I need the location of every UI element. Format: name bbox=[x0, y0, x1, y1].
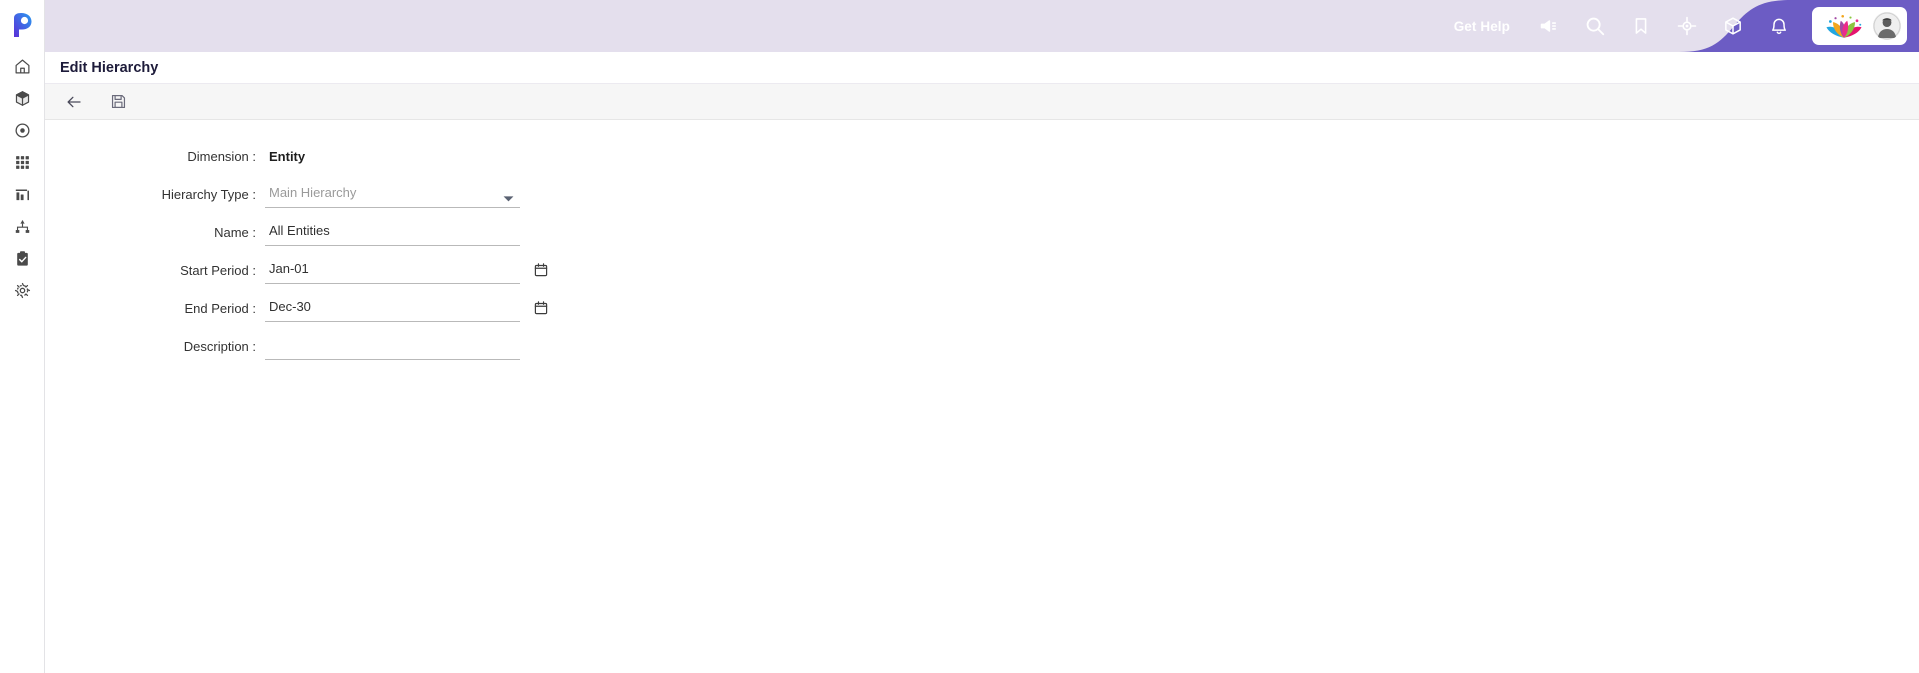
end-period-calendar-button[interactable] bbox=[528, 295, 554, 321]
navigate-button[interactable] bbox=[1664, 0, 1710, 52]
clipboard-check-icon bbox=[16, 250, 28, 266]
sidebar-item-tasks[interactable] bbox=[0, 242, 45, 274]
app-root: Get Help Edit Hierarchy Dimension: Enti… bbox=[0, 0, 1919, 673]
edit-hierarchy-form: Dimension : Entity Hierarchy Type : Name… bbox=[45, 120, 1919, 673]
top-header-bar: Get Help bbox=[45, 0, 1919, 52]
dimension-label: Dimension : bbox=[187, 148, 256, 164]
user-avatar[interactable] bbox=[1872, 12, 1901, 40]
description-input[interactable] bbox=[265, 332, 520, 360]
notifications-button[interactable] bbox=[1756, 0, 1802, 52]
start-period-input[interactable] bbox=[265, 256, 520, 284]
home-icon bbox=[15, 59, 29, 73]
p-logo-icon bbox=[14, 13, 32, 37]
search-button[interactable] bbox=[1572, 0, 1618, 52]
lotus-logo-icon bbox=[1825, 14, 1862, 38]
bar-chart-icon bbox=[15, 189, 29, 200]
sidebar-item-cube[interactable] bbox=[0, 82, 45, 114]
announcement-icon bbox=[1540, 20, 1557, 32]
sidebar-item-settings[interactable] bbox=[0, 274, 45, 306]
gear-icon bbox=[14, 282, 30, 298]
tenant-brand-pill[interactable] bbox=[1812, 7, 1907, 45]
page-title: Edit Hierarchy bbox=[60, 59, 159, 76]
name-input[interactable] bbox=[265, 218, 520, 246]
sidebar-item-reports[interactable] bbox=[0, 178, 45, 210]
sidebar-item-target[interactable] bbox=[0, 114, 45, 146]
field-row-hierarchy-type: Hierarchy Type : bbox=[45, 175, 1919, 213]
bookmark-icon bbox=[1635, 18, 1647, 34]
field-row-description: Description : bbox=[45, 327, 1919, 365]
calendar-icon bbox=[534, 301, 548, 315]
cube-icon bbox=[1725, 17, 1741, 35]
app-logo[interactable] bbox=[0, 0, 45, 50]
floppy-disk-save-icon bbox=[111, 94, 125, 109]
cube-icon bbox=[15, 90, 29, 106]
dimension-value: Entity bbox=[269, 148, 306, 164]
end-period-input[interactable] bbox=[265, 294, 520, 322]
field-row-end-period: End Period : bbox=[45, 289, 1919, 327]
left-sidebar bbox=[0, 0, 45, 673]
name-label: Name : bbox=[214, 224, 256, 240]
hierarchy-type-select[interactable] bbox=[265, 180, 520, 208]
save-button[interactable] bbox=[103, 88, 133, 116]
hierarchy-type-label: Hierarchy Type : bbox=[161, 186, 256, 202]
bell-icon bbox=[1772, 18, 1786, 35]
header-actions: Get Help bbox=[1438, 0, 1919, 52]
get-help-button[interactable]: Get Help bbox=[1438, 19, 1526, 34]
circle-dot-icon bbox=[14, 122, 30, 138]
sidebar-item-hierarchy[interactable] bbox=[0, 210, 45, 242]
avatar-image bbox=[1872, 12, 1901, 40]
start-period-calendar-button[interactable] bbox=[528, 257, 554, 283]
arrow-left-icon bbox=[67, 96, 81, 107]
field-row-name: Name : bbox=[45, 213, 1919, 251]
action-toolbar bbox=[45, 84, 1919, 120]
sidebar-item-home[interactable] bbox=[0, 50, 45, 82]
start-period-label: Start Period : bbox=[180, 262, 256, 278]
models-button[interactable] bbox=[1710, 0, 1756, 52]
target-crosshair-icon bbox=[1677, 16, 1697, 36]
sidebar-item-grid[interactable] bbox=[0, 146, 45, 178]
calendar-icon bbox=[534, 263, 548, 277]
grid-icon bbox=[15, 155, 29, 169]
back-button[interactable] bbox=[59, 88, 89, 116]
org-chart-icon bbox=[15, 219, 29, 233]
end-period-label: End Period : bbox=[184, 300, 256, 316]
page-titlebar: Edit Hierarchy bbox=[45, 52, 1919, 84]
field-row-dimension: Dimension : Entity bbox=[45, 137, 1919, 175]
field-row-start-period: Start Period : bbox=[45, 251, 1919, 289]
search-icon bbox=[1586, 17, 1605, 36]
announcement-button[interactable] bbox=[1526, 0, 1572, 52]
description-label: Description : bbox=[183, 338, 256, 354]
bookmark-button[interactable] bbox=[1618, 0, 1664, 52]
